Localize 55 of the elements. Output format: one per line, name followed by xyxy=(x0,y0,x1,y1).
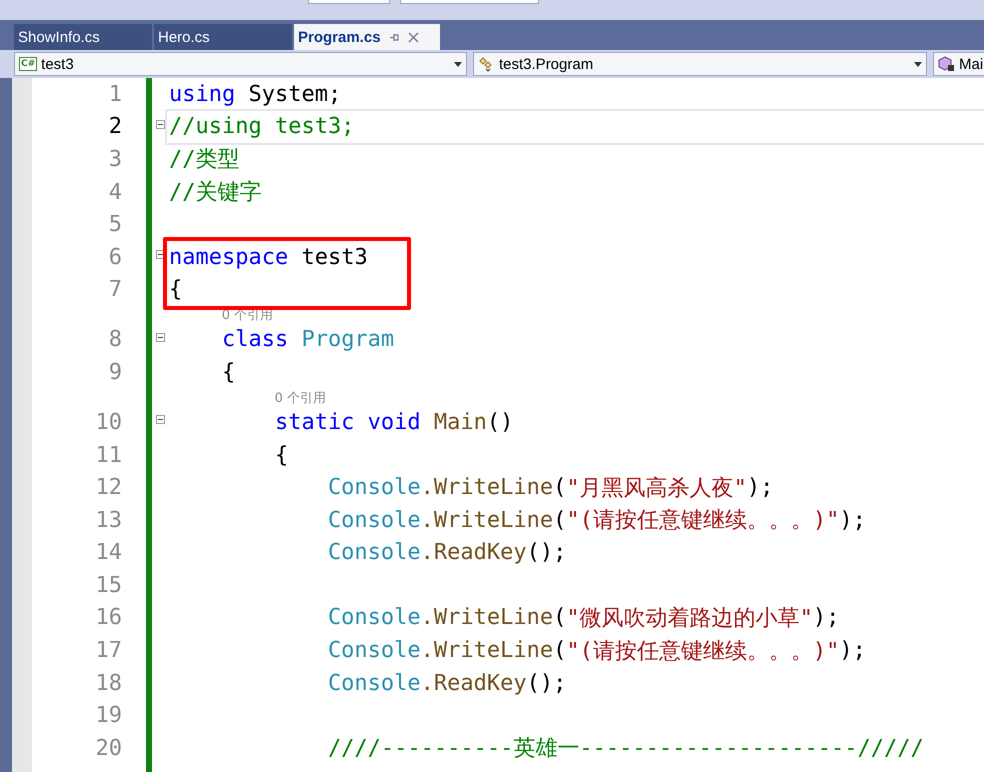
code-line: using System; xyxy=(168,80,342,109)
code-line: Console.WriteLine("(请按任意键继续。。。)"); xyxy=(326,506,866,536)
navigation-dropdown[interactable]: Mai xyxy=(933,52,984,76)
line-number: 11 xyxy=(96,442,122,468)
code-line: Console.ReadKey(); xyxy=(326,670,566,698)
line-number: 12 xyxy=(96,475,122,500)
collapse-icon[interactable] xyxy=(156,415,165,424)
navigation-dropdown[interactable]: test3.Program xyxy=(473,52,927,76)
code-line: //类型 xyxy=(168,146,240,174)
line-number: 2 xyxy=(108,114,122,140)
collapse-icon[interactable] xyxy=(156,332,165,342)
code-line: static void Main() xyxy=(274,408,514,437)
code-line: class Program xyxy=(220,326,394,354)
code-line: Console.ReadKey(); xyxy=(326,539,566,568)
file-tab[interactable]: Hero.cs xyxy=(154,24,292,50)
dropdown-arrow-icon xyxy=(914,62,922,66)
line-number: 13 xyxy=(96,508,122,533)
method-icon xyxy=(938,56,955,72)
line-number: 6 xyxy=(108,244,122,270)
code-line: //using test3; xyxy=(167,110,984,144)
code-line: Console.WriteLine("月黑风高杀人夜"); xyxy=(326,474,774,503)
line-number: 5 xyxy=(108,212,122,238)
close-icon[interactable] xyxy=(408,32,419,42)
toolbar-field[interactable] xyxy=(308,0,390,4)
code-line: Console.WriteLine("(请按任意键继续。。。)"); xyxy=(326,637,866,666)
line-number: 10 xyxy=(96,410,122,435)
line-number: 1 xyxy=(108,82,122,107)
code-line: { xyxy=(274,442,288,470)
collapse-icon[interactable] xyxy=(156,120,165,129)
line-number: 9 xyxy=(108,360,122,385)
file-tab[interactable]: ShowInfo.cs xyxy=(14,24,152,50)
line-number: 20 xyxy=(96,736,122,761)
line-number: 15 xyxy=(96,572,122,598)
collapse-icon[interactable] xyxy=(156,250,165,259)
line-number: 17 xyxy=(96,638,122,664)
line-number: 4 xyxy=(108,180,122,205)
navigation-dropdown[interactable]: C# test3 xyxy=(14,52,467,76)
line-number: 8 xyxy=(108,327,122,352)
line-number: 3 xyxy=(108,146,122,172)
code-line: Console.WriteLine("微风吹动着路边的小草"); xyxy=(326,604,840,633)
file-tab[interactable]: Program.cs xyxy=(294,24,440,50)
line-number: 18 xyxy=(96,670,122,696)
code-line: { xyxy=(168,276,182,304)
dropdown-arrow-icon xyxy=(454,62,462,66)
line-number: 16 xyxy=(96,605,122,630)
line-number: 7 xyxy=(108,277,122,302)
line-number: 14 xyxy=(96,540,122,566)
pin-icon[interactable] xyxy=(388,32,400,42)
csharp-file-icon: C# xyxy=(19,57,38,71)
toolbar-field[interactable] xyxy=(400,0,539,4)
line-number: 19 xyxy=(96,703,122,728)
code-line: //关键字 xyxy=(168,179,262,208)
code-line: { xyxy=(220,358,236,387)
code-line: namespace test3 xyxy=(168,244,368,272)
code-line: ////----------英雄一---------------------///// xyxy=(326,735,924,764)
